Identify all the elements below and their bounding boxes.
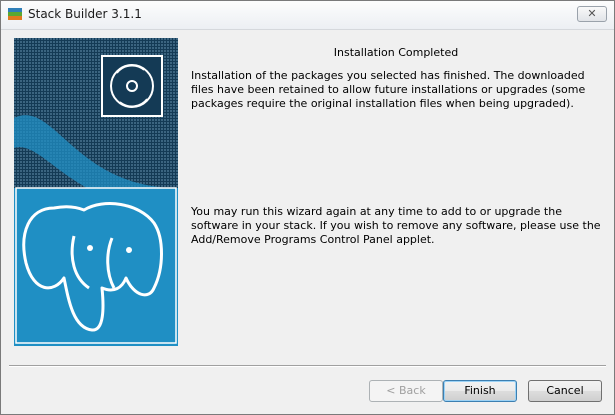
- button-divider: [9, 365, 606, 367]
- wizard-info-message: You may run this wizard again at any tim…: [191, 205, 601, 246]
- disc-icon: [101, 55, 163, 117]
- wizard-side-image: [14, 38, 178, 346]
- side-image-art: [14, 55, 178, 346]
- title-bar[interactable]: Stack Builder 3.1.1 ✕: [1, 1, 614, 30]
- completion-message: Installation of the packages you selecte…: [191, 69, 586, 110]
- finish-button[interactable]: Finish: [443, 380, 517, 402]
- app-icon: [7, 6, 23, 22]
- window-title: Stack Builder 3.1.1: [28, 7, 142, 21]
- cancel-button[interactable]: Cancel: [528, 380, 602, 402]
- close-icon: ✕: [587, 7, 597, 20]
- close-button[interactable]: ✕: [577, 6, 607, 22]
- stack-builder-window: Stack Builder 3.1.1 ✕ Installation Compl…: [0, 0, 615, 415]
- back-button[interactable]: < Back: [369, 380, 443, 402]
- page-heading: Installation Completed: [333, 46, 459, 59]
